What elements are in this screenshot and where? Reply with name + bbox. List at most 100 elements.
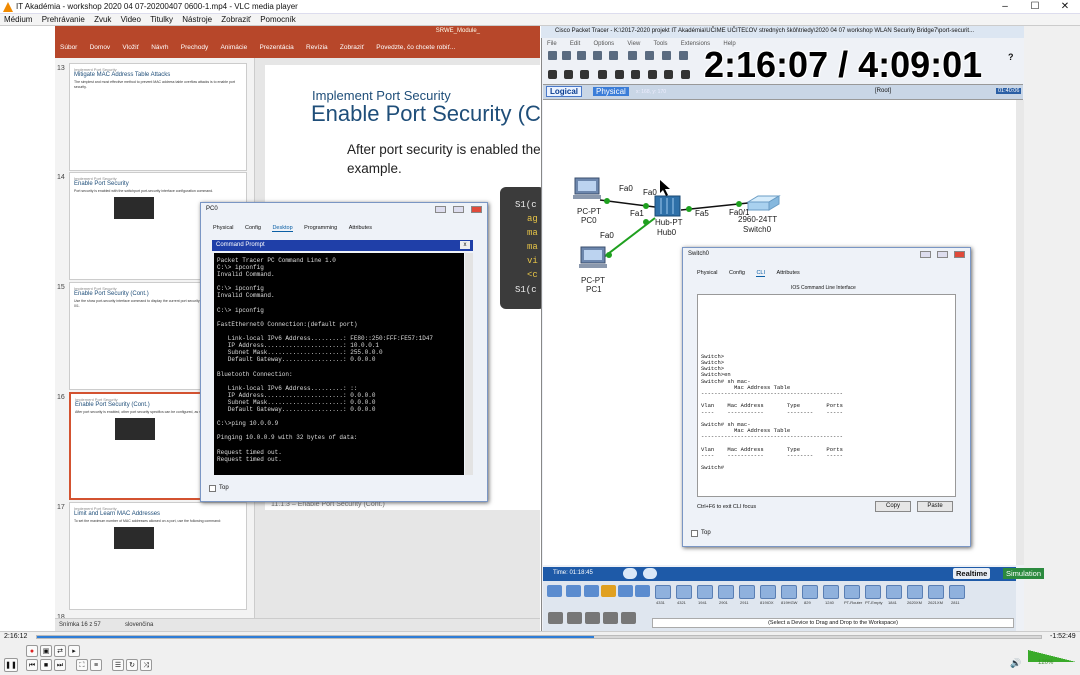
stop-icon[interactable]: ■ bbox=[40, 659, 52, 671]
wireless-category-icon[interactable] bbox=[601, 585, 616, 597]
ribbon-tab-view[interactable]: Zobraziť bbox=[340, 44, 364, 51]
ribbon-tab-insert[interactable]: Vložiť bbox=[122, 44, 139, 51]
loop-icon[interactable]: ↻ bbox=[126, 659, 138, 671]
minimize-icon[interactable] bbox=[920, 251, 931, 258]
copy-icon[interactable] bbox=[628, 51, 637, 60]
tab-attributes[interactable]: Attributes bbox=[349, 225, 372, 231]
wizard-icon[interactable] bbox=[609, 51, 618, 60]
pause-icon[interactable]: ❚❚ bbox=[4, 658, 18, 672]
close-icon[interactable]: x bbox=[460, 241, 470, 249]
router-model-icon[interactable] bbox=[655, 585, 671, 599]
extended-settings-icon[interactable]: ≡ bbox=[90, 659, 102, 671]
maximize-icon[interactable] bbox=[937, 251, 948, 258]
hub0-device-icon[interactable] bbox=[654, 195, 681, 217]
shuffle-icon[interactable]: ⤨ bbox=[140, 659, 152, 671]
save-icon[interactable] bbox=[577, 51, 586, 60]
ribbon-tab-home[interactable]: Domov bbox=[90, 44, 111, 51]
draw-line-icon[interactable] bbox=[631, 70, 640, 79]
menu-item-medium[interactable]: Médium bbox=[4, 15, 32, 24]
router-model-icon[interactable] bbox=[823, 585, 839, 599]
loop-ab-icon[interactable]: ⇄ bbox=[54, 645, 66, 657]
pc0-device-icon[interactable] bbox=[573, 177, 601, 199]
draw-ellipse-icon[interactable] bbox=[664, 70, 673, 79]
remaining-time[interactable]: -1:52:49 bbox=[1050, 633, 1076, 640]
tab-programming[interactable]: Programming bbox=[304, 225, 337, 231]
select-icon[interactable] bbox=[548, 70, 557, 79]
command-prompt-console[interactable]: Packet Tracer PC Command Line 1.0 C:\> i… bbox=[214, 253, 464, 475]
end-devices-category-icon[interactable] bbox=[548, 612, 563, 624]
print-icon[interactable] bbox=[593, 51, 602, 60]
undo-icon[interactable] bbox=[662, 51, 671, 60]
tab-desktop[interactable]: Desktop bbox=[272, 225, 293, 232]
workspace-scrollbar[interactable] bbox=[1016, 100, 1024, 565]
menu-item-subtitles[interactable]: Titulky bbox=[150, 15, 173, 24]
misc-category-icon[interactable] bbox=[603, 612, 618, 624]
tab-physical[interactable]: Physical bbox=[697, 270, 717, 276]
root-button[interactable]: [Root] bbox=[875, 88, 891, 94]
menu-item-tools[interactable]: Nástroje bbox=[182, 15, 212, 24]
resize-icon[interactable] bbox=[598, 70, 607, 79]
fast-forward-icon[interactable] bbox=[643, 568, 657, 579]
next-icon[interactable]: ⏭ bbox=[54, 659, 66, 671]
simulation-mode-button[interactable]: Simulation bbox=[1003, 568, 1045, 579]
pt-menu-file[interactable]: File bbox=[547, 41, 557, 47]
menu-item-help[interactable]: Pomocník bbox=[260, 15, 296, 24]
copy-button[interactable]: Copy bbox=[875, 501, 911, 512]
menu-item-audio[interactable]: Zvuk bbox=[94, 15, 111, 24]
tab-physical[interactable]: Physical bbox=[213, 225, 233, 231]
draw-rect-icon[interactable] bbox=[648, 70, 657, 79]
pt-menu-options[interactable]: Options bbox=[593, 41, 614, 47]
pt-menu-edit[interactable]: Edit bbox=[570, 41, 580, 47]
tab-attributes[interactable]: Attributes bbox=[777, 270, 800, 276]
tab-config[interactable]: Config bbox=[245, 225, 261, 231]
minimize-icon[interactable]: – bbox=[990, 1, 1020, 13]
maximize-icon[interactable]: ☐ bbox=[1020, 1, 1050, 13]
tab-cli[interactable]: CLI bbox=[756, 270, 766, 277]
fullscreen-icon[interactable]: ⛶ bbox=[76, 659, 88, 671]
physical-tab[interactable]: Physical bbox=[593, 87, 629, 96]
switch-cli-console[interactable]: Switch> Switch> Switch> Switch>en Switch… bbox=[697, 294, 956, 497]
router-model-icon[interactable] bbox=[949, 585, 965, 599]
switch0-device-icon[interactable] bbox=[746, 195, 781, 211]
router-model-icon[interactable] bbox=[718, 585, 734, 599]
new-file-icon[interactable] bbox=[548, 51, 557, 60]
top-checkbox[interactable] bbox=[691, 530, 698, 537]
language-indicator[interactable]: slovenčina bbox=[125, 622, 153, 628]
slide-thumbnail[interactable]: Implement Port Security Limit and Learn … bbox=[69, 502, 247, 610]
paste-button[interactable]: Paste bbox=[917, 501, 953, 512]
logical-tab[interactable]: Logical bbox=[546, 86, 583, 97]
open-folder-icon[interactable] bbox=[562, 51, 571, 60]
inspect-icon[interactable] bbox=[564, 70, 573, 79]
router-model-icon[interactable] bbox=[802, 585, 818, 599]
router-model-icon[interactable] bbox=[676, 585, 692, 599]
router-model-icon[interactable] bbox=[865, 585, 881, 599]
console-scrollbar[interactable] bbox=[465, 253, 473, 475]
router-model-icon[interactable] bbox=[739, 585, 755, 599]
router-model-icon[interactable] bbox=[844, 585, 860, 599]
router-model-icon[interactable] bbox=[907, 585, 923, 599]
redo-icon[interactable] bbox=[679, 51, 688, 60]
connections-category-icon[interactable] bbox=[585, 612, 600, 624]
menu-item-video[interactable]: Video bbox=[121, 15, 141, 24]
router-model-icon[interactable] bbox=[886, 585, 902, 599]
close-icon[interactable] bbox=[954, 251, 965, 258]
ribbon-tab-animations[interactable]: Animácie bbox=[220, 44, 247, 51]
top-checkbox[interactable] bbox=[209, 485, 216, 492]
pt-menu-tools[interactable]: Tools bbox=[654, 41, 668, 47]
ribbon-tab-file[interactable]: Súbor bbox=[60, 44, 77, 51]
hubs-category-icon[interactable] bbox=[584, 585, 599, 597]
router-model-icon[interactable] bbox=[760, 585, 776, 599]
pc1-device-icon[interactable] bbox=[579, 246, 607, 268]
tell-me-search[interactable]: Povedzte, čo chcete robiť... bbox=[376, 44, 455, 51]
security-category-icon[interactable] bbox=[618, 585, 633, 597]
speaker-icon[interactable]: 🔊 bbox=[1010, 658, 1021, 669]
maximize-icon[interactable] bbox=[453, 206, 464, 213]
menu-item-view[interactable]: Zobraziť bbox=[221, 15, 251, 24]
pt-menu-view[interactable]: View bbox=[627, 41, 640, 47]
ribbon-tab-review[interactable]: Revízia bbox=[306, 44, 328, 51]
router-model-icon[interactable] bbox=[781, 585, 797, 599]
ribbon-tab-design[interactable]: Návrh bbox=[151, 44, 168, 51]
router-model-icon[interactable] bbox=[697, 585, 713, 599]
paste-icon[interactable] bbox=[645, 51, 654, 60]
close-icon[interactable]: ✕ bbox=[1050, 1, 1080, 13]
